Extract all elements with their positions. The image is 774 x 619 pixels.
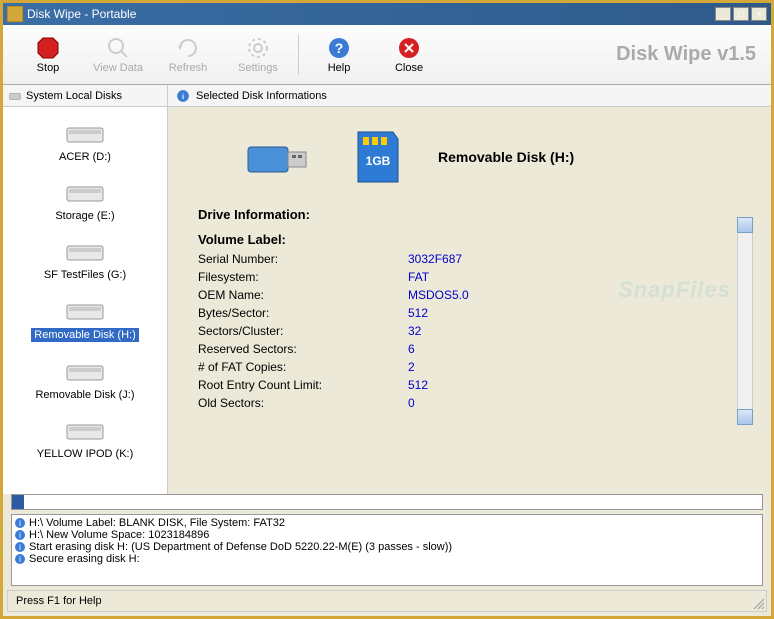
help-icon: ? bbox=[327, 36, 351, 60]
svg-text:i: i bbox=[19, 543, 21, 552]
scroll-track[interactable] bbox=[737, 233, 753, 409]
disk-item-acer[interactable]: ACER (D:) bbox=[3, 117, 167, 168]
svg-text:i: i bbox=[19, 531, 21, 540]
window-title: Disk Wipe - Portable bbox=[27, 7, 715, 21]
scroll-up-button[interactable] bbox=[737, 217, 753, 233]
volume-label-heading: Volume Label: bbox=[198, 232, 741, 247]
stop-button[interactable]: Stop bbox=[13, 30, 83, 80]
info-row: Reserved Sectors:6 bbox=[198, 342, 741, 356]
sd-card-icon: 1GB bbox=[348, 127, 408, 187]
info-icon: i bbox=[14, 553, 26, 565]
settings-button: Settings bbox=[223, 30, 293, 80]
info-row: # of FAT Copies:2 bbox=[198, 360, 741, 374]
sidebar-header: System Local Disks bbox=[3, 85, 168, 106]
hdd-icon bbox=[65, 122, 105, 148]
close-icon bbox=[397, 36, 421, 60]
usb-drive-icon bbox=[238, 127, 318, 187]
info-row: Filesystem:FAT bbox=[198, 270, 741, 284]
drive-info-heading: Drive Information: bbox=[198, 207, 741, 222]
hdd-icon bbox=[65, 240, 105, 266]
hdd-icon bbox=[65, 360, 105, 386]
disk-item-testfiles[interactable]: SF TestFiles (G:) bbox=[3, 235, 167, 286]
info-icon: i bbox=[14, 541, 26, 553]
scroll-down-button[interactable] bbox=[737, 409, 753, 425]
close-button[interactable]: × bbox=[751, 7, 767, 21]
view-data-button: View Data bbox=[83, 30, 153, 80]
svg-text:?: ? bbox=[335, 40, 344, 56]
statusbar-text: Press F1 for Help bbox=[16, 595, 102, 607]
titlebar[interactable]: Disk Wipe - Portable _ □ × bbox=[3, 3, 771, 25]
refresh-button: Refresh bbox=[153, 30, 223, 80]
disk-info-panel: SnapFiles 1GB Removable Disk (H:) Drive … bbox=[168, 107, 771, 494]
selected-disk-title: Removable Disk (H:) bbox=[438, 149, 574, 165]
info-row: OEM Name:MSDOS5.0 bbox=[198, 288, 741, 302]
refresh-icon bbox=[176, 36, 200, 60]
hdd-icon bbox=[65, 419, 105, 445]
svg-text:i: i bbox=[19, 519, 21, 528]
info-row: Sectors/Cluster:32 bbox=[198, 324, 741, 338]
disk-item-ipod[interactable]: YELLOW IPOD (K:) bbox=[3, 414, 167, 465]
info-row: Bytes/Sector:512 bbox=[198, 306, 741, 320]
vertical-scrollbar[interactable] bbox=[737, 217, 753, 427]
svg-text:1GB: 1GB bbox=[366, 154, 391, 168]
log-line: iH:\ New Volume Space: 1023184896 bbox=[14, 529, 760, 541]
disk-item-storage[interactable]: Storage (E:) bbox=[3, 176, 167, 227]
log-line: iH:\ Volume Label: BLANK DISK, File Syst… bbox=[14, 517, 760, 529]
toolbar: Stop View Data Refresh Settings ? Help bbox=[3, 25, 771, 85]
svg-text:i: i bbox=[182, 91, 184, 100]
info-icon: i bbox=[176, 89, 190, 103]
statusbar: Press F1 for Help bbox=[7, 590, 767, 612]
toolbar-divider bbox=[298, 35, 299, 75]
svg-text:i: i bbox=[19, 555, 21, 564]
gear-icon bbox=[246, 36, 270, 60]
stop-icon bbox=[36, 36, 60, 60]
info-row: Root Entry Count Limit:512 bbox=[198, 378, 741, 392]
disk-item-removable-j[interactable]: Removable Disk (J:) bbox=[3, 355, 167, 406]
log-line: iSecure erasing disk H: bbox=[14, 553, 760, 565]
brand-label: Disk Wipe v1.5 bbox=[616, 43, 756, 66]
minimize-button[interactable]: _ bbox=[715, 7, 731, 21]
hdd-icon bbox=[65, 181, 105, 207]
progress-fill bbox=[12, 495, 24, 509]
help-button[interactable]: ? Help bbox=[304, 30, 374, 80]
magnifier-icon bbox=[106, 36, 130, 60]
info-row: Serial Number:3032F687 bbox=[198, 252, 741, 266]
hdd-icon bbox=[65, 299, 105, 325]
log-panel[interactable]: iH:\ Volume Label: BLANK DISK, File Syst… bbox=[11, 514, 763, 586]
close-app-button[interactable]: Close bbox=[374, 30, 444, 80]
log-line: iStart erasing disk H: (US Department of… bbox=[14, 541, 760, 553]
maximize-button[interactable]: □ bbox=[733, 7, 749, 21]
info-row: Old Sectors:0 bbox=[198, 396, 741, 410]
main-header: i Selected Disk Informations bbox=[168, 85, 771, 106]
info-icon: i bbox=[14, 529, 26, 541]
progress-bar bbox=[11, 494, 763, 510]
disk-item-removable-h[interactable]: Removable Disk (H:) bbox=[3, 294, 167, 347]
info-icon: i bbox=[14, 517, 26, 529]
disk-header-icon bbox=[8, 89, 22, 103]
app-icon bbox=[7, 6, 23, 22]
disk-list-sidebar[interactable]: ACER (D:) Storage (E:) SF TestFiles (G:)… bbox=[3, 107, 168, 494]
resize-grip-icon[interactable] bbox=[752, 597, 764, 609]
